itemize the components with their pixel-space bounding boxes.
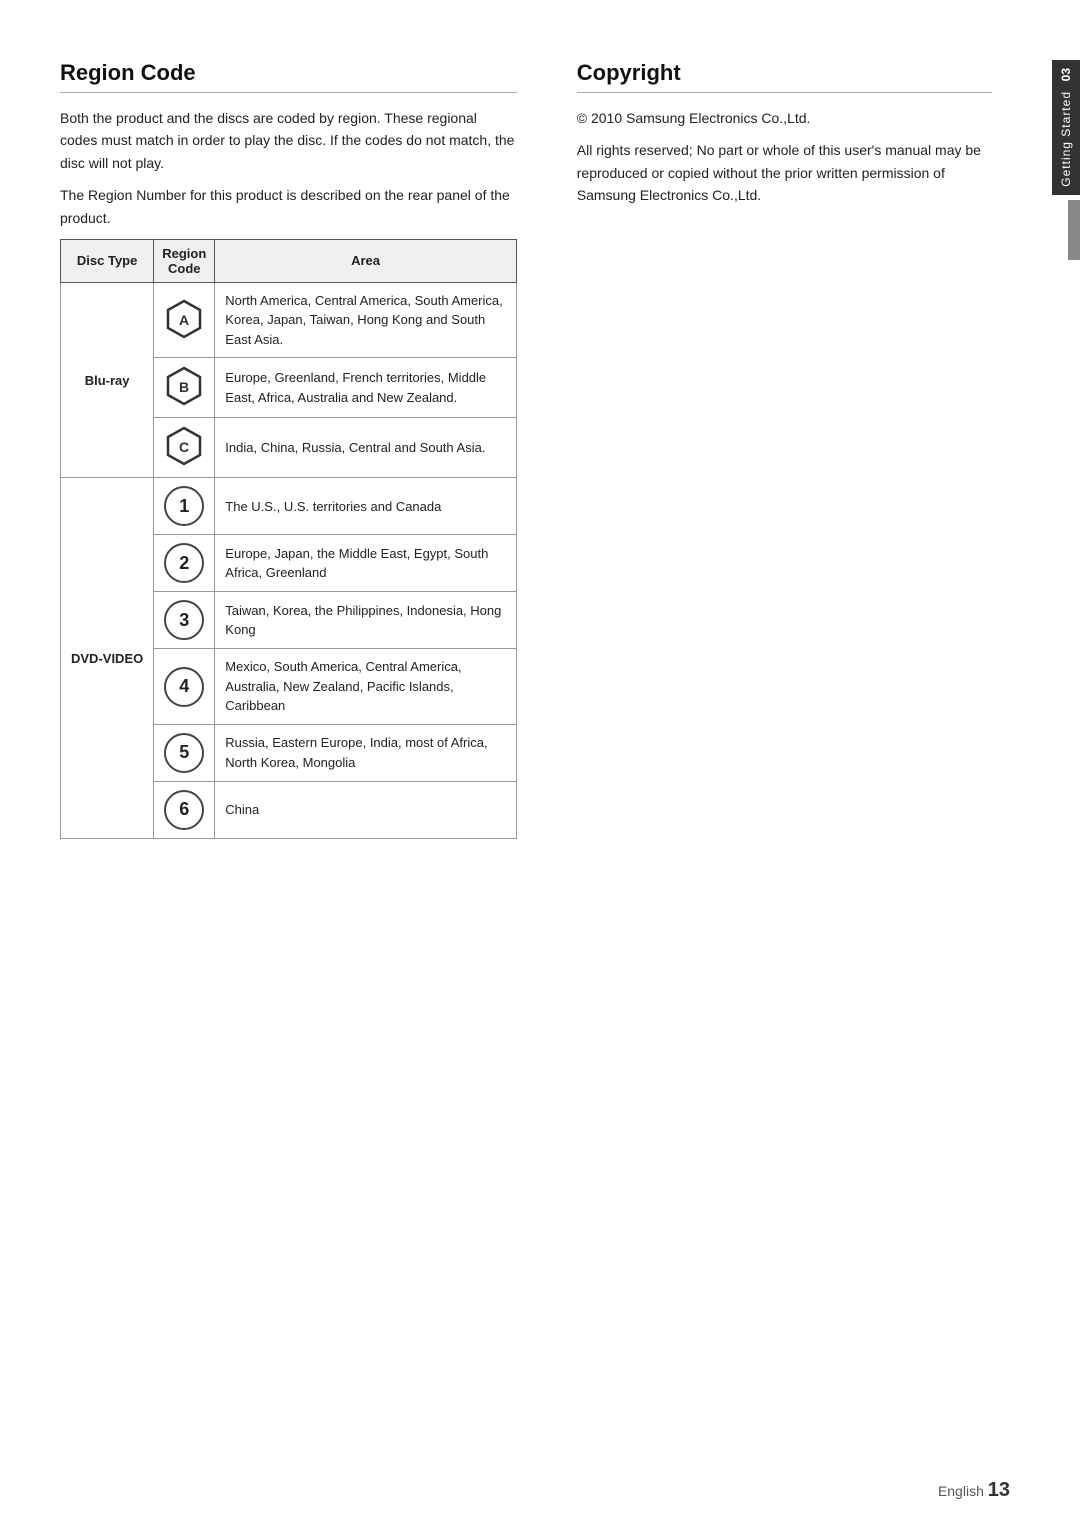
- disc-type-dvd: DVD-VIDEO: [61, 478, 154, 839]
- left-column: Region Code Both the product and the dis…: [60, 60, 517, 839]
- footer-language: English: [938, 1483, 984, 1499]
- copyright-line: © 2010 Samsung Electronics Co.,Ltd.: [577, 107, 992, 129]
- sidebar-gray-bar: [1068, 200, 1080, 260]
- bluray-region-c-area: India, China, Russia, Central and South …: [215, 418, 516, 478]
- hex-b-svg: B: [164, 366, 204, 406]
- dvd-region-1-area: The U.S., U.S. territories and Canada: [215, 478, 516, 535]
- page-footer: English 13: [938, 1479, 1010, 1502]
- circle-1-icon: 1: [164, 486, 204, 526]
- dvd-region-2-area: Europe, Japan, the Middle East, Egypt, S…: [215, 535, 516, 592]
- hex-a-icon: A: [164, 299, 204, 339]
- dvd-region-2-icon-cell: 2: [154, 535, 215, 592]
- circle-5-icon: 5: [164, 733, 204, 773]
- chapter-number: 03: [1059, 68, 1073, 81]
- bluray-region-b-area: Europe, Greenland, French territories, M…: [215, 358, 516, 418]
- two-column-layout: Region Code Both the product and the dis…: [60, 60, 992, 839]
- table-header-row: Disc Type RegionCode Area: [61, 239, 517, 282]
- copyright-title: Copyright: [577, 60, 992, 86]
- hex-c-icon: C: [164, 426, 204, 466]
- bluray-region-b-icon-cell: B: [154, 358, 215, 418]
- hex-a-svg: A: [164, 299, 204, 339]
- right-column: Copyright © 2010 Samsung Electronics Co.…: [557, 60, 992, 839]
- circle-6-icon: 6: [164, 790, 204, 830]
- col-region-code: RegionCode: [154, 239, 215, 282]
- dvd-region-3-icon-cell: 3: [154, 592, 215, 649]
- col-disc-type: Disc Type: [61, 239, 154, 282]
- dvd-region-1-icon-cell: 1: [154, 478, 215, 535]
- disc-type-bluray: Blu-ray: [61, 282, 154, 478]
- hex-c-svg: C: [164, 426, 204, 466]
- rights-text: All rights reserved; No part or whole of…: [577, 139, 992, 206]
- section-divider-left: [60, 92, 517, 93]
- svg-text:C: C: [179, 439, 189, 455]
- sidebar: 03 Getting Started: [1042, 0, 1080, 1532]
- region-table: Disc Type RegionCode Area Blu-ray: [60, 239, 517, 839]
- dvd-region-4-icon-cell: 4: [154, 649, 215, 725]
- chapter-tab: 03 Getting Started: [1052, 60, 1080, 195]
- footer-page-number: 13: [988, 1479, 1010, 1501]
- bluray-region-c-icon-cell: C: [154, 418, 215, 478]
- circle-2-icon: 2: [164, 543, 204, 583]
- main-content: Region Code Both the product and the dis…: [0, 0, 1042, 1532]
- section-divider-right: [577, 92, 992, 93]
- svg-text:B: B: [179, 379, 189, 395]
- dvd-region-3-area: Taiwan, Korea, the Philippines, Indonesi…: [215, 592, 516, 649]
- circle-4-icon: 4: [164, 667, 204, 707]
- hex-b-icon: B: [164, 366, 204, 406]
- page-wrapper: Region Code Both the product and the dis…: [0, 0, 1080, 1532]
- dvd-region-6-area: China: [215, 781, 516, 838]
- svg-text:A: A: [179, 312, 189, 328]
- dvd-region-4-area: Mexico, South America, Central America, …: [215, 649, 516, 725]
- circle-3-icon: 3: [164, 600, 204, 640]
- col-area: Area: [215, 239, 516, 282]
- bluray-region-a-area: North America, Central America, South Am…: [215, 282, 516, 358]
- dvd-region-6-icon-cell: 6: [154, 781, 215, 838]
- region-code-title: Region Code: [60, 60, 517, 86]
- table-row: Blu-ray A North America, Central America…: [61, 282, 517, 358]
- chapter-title: Getting Started: [1059, 91, 1073, 187]
- table-row: DVD-VIDEO 1 The U.S., U.S. territories a…: [61, 478, 517, 535]
- region-intro-1: Both the product and the discs are coded…: [60, 107, 517, 174]
- bluray-region-a-icon-cell: A: [154, 282, 215, 358]
- region-intro-2: The Region Number for this product is de…: [60, 184, 517, 229]
- dvd-region-5-icon-cell: 5: [154, 724, 215, 781]
- dvd-region-5-area: Russia, Eastern Europe, India, most of A…: [215, 724, 516, 781]
